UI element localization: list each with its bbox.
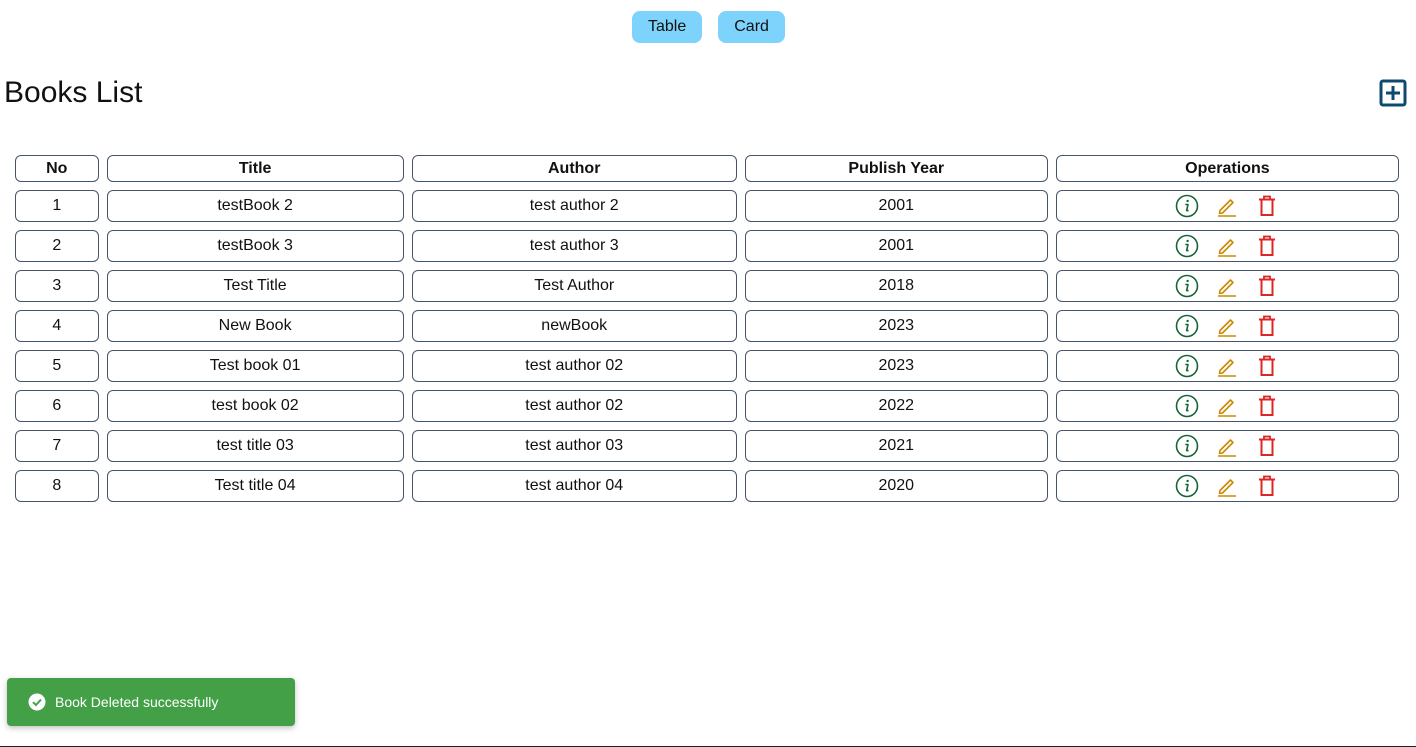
cell-no: 6 — [15, 390, 99, 422]
delete-icon[interactable] — [1255, 274, 1279, 298]
cell-author: test author 3 — [411, 230, 737, 262]
info-icon[interactable] — [1175, 354, 1199, 378]
table-row: 1 testBook 2 test author 2 2001 — [15, 190, 1399, 222]
cell-no: 7 — [15, 430, 99, 462]
page-title: Books List — [4, 76, 143, 109]
cell-title: testBook 2 — [106, 190, 404, 222]
delete-icon[interactable] — [1255, 474, 1279, 498]
cell-operations — [1055, 430, 1399, 462]
edit-icon[interactable] — [1215, 394, 1239, 418]
delete-icon[interactable] — [1255, 434, 1279, 458]
info-icon[interactable] — [1175, 314, 1199, 338]
cell-publish-year: 2021 — [744, 430, 1048, 462]
info-icon[interactable] — [1175, 394, 1199, 418]
table-row: 5 Test book 01 test author 02 2023 — [15, 350, 1399, 382]
plus-square-icon — [1379, 79, 1407, 107]
cell-operations — [1055, 470, 1399, 502]
cell-author: test author 02 — [411, 350, 737, 382]
cell-author: test author 04 — [411, 470, 737, 502]
delete-icon[interactable] — [1255, 354, 1279, 378]
delete-icon[interactable] — [1255, 314, 1279, 338]
cell-title: New Book — [106, 310, 404, 342]
cell-publish-year: 2001 — [744, 190, 1048, 222]
edit-icon[interactable] — [1215, 234, 1239, 258]
cell-no: 2 — [15, 230, 99, 262]
delete-icon[interactable] — [1255, 234, 1279, 258]
column-header-title: Title — [106, 155, 404, 182]
column-header-author: Author — [411, 155, 737, 182]
cell-operations — [1055, 310, 1399, 342]
column-header-publish-year: Publish Year — [744, 155, 1048, 182]
cell-no: 3 — [15, 270, 99, 302]
row-actions — [1175, 351, 1279, 381]
table-row: 2 testBook 3 test author 3 2001 — [15, 230, 1399, 262]
cell-publish-year: 2023 — [744, 350, 1048, 382]
cell-author: test author 2 — [411, 190, 737, 222]
cell-operations — [1055, 190, 1399, 222]
cell-title: test title 03 — [106, 430, 404, 462]
toast-message: Book Deleted successfully — [55, 694, 219, 710]
view-toggle: Table Card — [632, 11, 785, 43]
cell-publish-year: 2001 — [744, 230, 1048, 262]
row-actions — [1175, 231, 1279, 261]
edit-icon[interactable] — [1215, 474, 1239, 498]
table-row: 8 Test title 04 test author 04 2020 — [15, 470, 1399, 502]
column-header-no: No — [15, 155, 99, 182]
cell-publish-year: 2022 — [744, 390, 1048, 422]
cell-publish-year: 2020 — [744, 470, 1048, 502]
row-actions — [1175, 391, 1279, 421]
row-actions — [1175, 271, 1279, 301]
cell-no: 4 — [15, 310, 99, 342]
table-row: 3 Test Title Test Author 2018 — [15, 270, 1399, 302]
check-circle-icon — [28, 693, 46, 711]
table-body: 1 testBook 2 test author 2 2001 2 testBook 3t… — [15, 190, 1399, 502]
cell-no: 8 — [15, 470, 99, 502]
cell-title: test book 02 — [106, 390, 404, 422]
edit-icon[interactable] — [1215, 274, 1239, 298]
cell-no: 1 — [15, 190, 99, 222]
cell-operations — [1055, 230, 1399, 262]
row-actions — [1175, 191, 1279, 221]
page: Table Card Books List No Title Author Pu… — [0, 0, 1416, 747]
delete-icon[interactable] — [1255, 394, 1279, 418]
table-row: 6 test book 02 test author 02 2022 — [15, 390, 1399, 422]
info-icon[interactable] — [1175, 274, 1199, 298]
cell-no: 5 — [15, 350, 99, 382]
cell-author: test author 02 — [411, 390, 737, 422]
cell-operations — [1055, 270, 1399, 302]
cell-author: test author 03 — [411, 430, 737, 462]
cell-title: Test book 01 — [106, 350, 404, 382]
edit-icon[interactable] — [1215, 194, 1239, 218]
edit-icon[interactable] — [1215, 434, 1239, 458]
cell-title: Test Title — [106, 270, 404, 302]
edit-icon[interactable] — [1215, 314, 1239, 338]
cell-publish-year: 2023 — [744, 310, 1048, 342]
toast-notification[interactable]: Book Deleted successfully — [7, 678, 295, 726]
row-actions — [1175, 471, 1279, 501]
info-icon[interactable] — [1175, 434, 1199, 458]
cell-author: Test Author — [411, 270, 737, 302]
table-row: 7 test title 03 test author 03 2021 — [15, 430, 1399, 462]
table-row: 4 New Book newBook 2023 — [15, 310, 1399, 342]
info-icon[interactable] — [1175, 194, 1199, 218]
delete-icon[interactable] — [1255, 194, 1279, 218]
edit-icon[interactable] — [1215, 354, 1239, 378]
cell-title: testBook 3 — [106, 230, 404, 262]
row-actions — [1175, 311, 1279, 341]
cell-operations — [1055, 390, 1399, 422]
row-actions — [1175, 431, 1279, 461]
cell-author: newBook — [411, 310, 737, 342]
info-icon[interactable] — [1175, 474, 1199, 498]
add-book-button[interactable] — [1379, 79, 1407, 107]
card-view-button[interactable]: Card — [718, 11, 785, 43]
books-table: No Title Author Publish Year Operations … — [7, 147, 1407, 510]
cell-title: Test title 04 — [106, 470, 404, 502]
cell-operations — [1055, 350, 1399, 382]
info-icon[interactable] — [1175, 234, 1199, 258]
table-view-button[interactable]: Table — [632, 11, 703, 43]
table-header-row: No Title Author Publish Year Operations — [15, 155, 1399, 182]
cell-publish-year: 2018 — [744, 270, 1048, 302]
column-header-operations: Operations — [1055, 155, 1399, 182]
